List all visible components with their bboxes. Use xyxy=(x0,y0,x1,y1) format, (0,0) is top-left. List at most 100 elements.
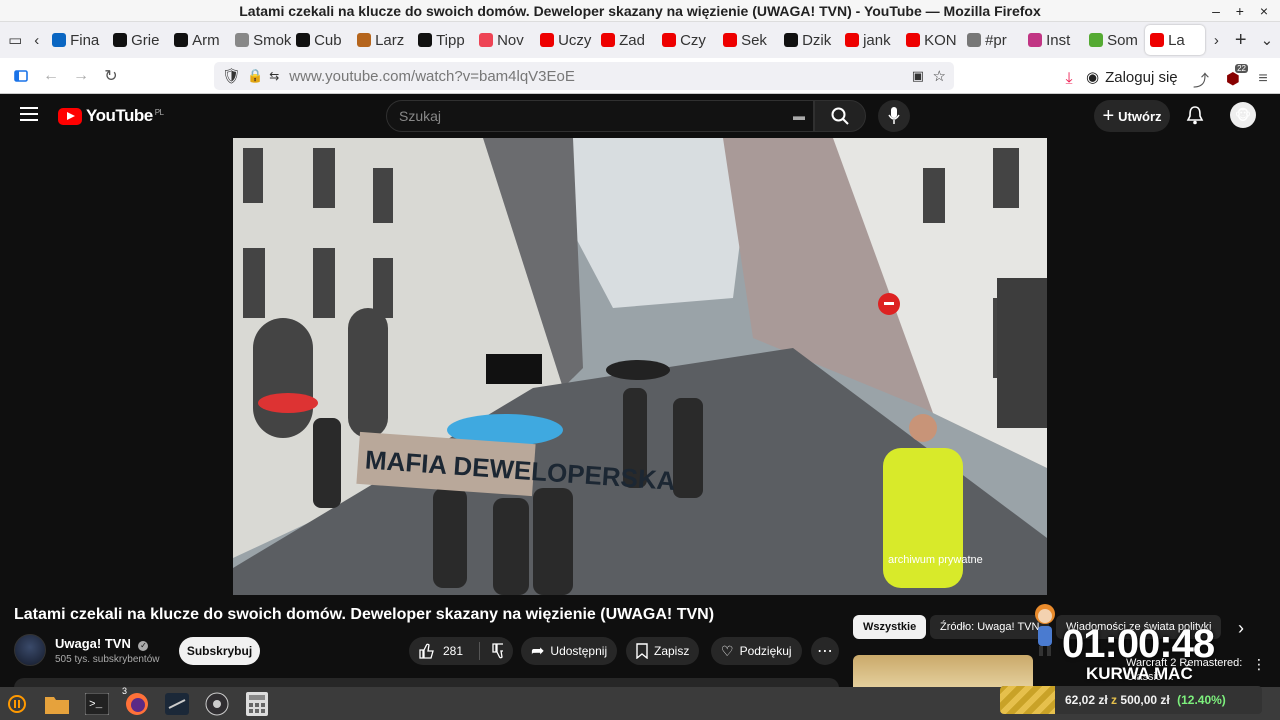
tab-8[interactable]: Uczy xyxy=(535,25,596,55)
chips-next-icon[interactable]: › xyxy=(1238,618,1244,639)
hamburger-menu-icon[interactable] xyxy=(20,106,38,127)
subscribe-button[interactable]: Subskrybuj xyxy=(179,637,260,665)
calculator-icon[interactable] xyxy=(242,690,272,718)
donation-progress-fill xyxy=(1000,686,1055,714)
tab-6[interactable]: Tipp xyxy=(413,25,474,55)
thumbs-down-icon[interactable] xyxy=(492,643,503,659)
reader-view-icon[interactable]: ▣ xyxy=(912,68,924,84)
create-button[interactable]: + Utwórz xyxy=(1094,100,1170,132)
like-dislike-group: 281 xyxy=(409,637,513,665)
youtube-play-icon xyxy=(58,107,82,125)
thanks-button[interactable]: ♡ Podziękuj xyxy=(711,637,802,665)
share-icon: ➦ xyxy=(531,643,545,660)
files-icon[interactable] xyxy=(42,690,72,718)
tab-label: Fina xyxy=(70,31,100,49)
tab-favicon-icon xyxy=(845,33,860,47)
channel-info: Uwaga! TVN ✓ 505 tys. subskrybentów xyxy=(14,634,160,666)
tab-favicon-icon xyxy=(1028,33,1043,47)
tab-label: Som xyxy=(1107,31,1138,49)
extensions-icon[interactable]: ⤴ xyxy=(1186,64,1216,94)
obs-icon[interactable] xyxy=(202,690,232,718)
ublock-icon[interactable]: ⬢ 22 xyxy=(1218,64,1248,94)
youtube-wordmark: YouTube xyxy=(86,106,153,125)
region-code: PL xyxy=(154,107,164,117)
steam-icon[interactable] xyxy=(162,690,192,718)
tab-favicon-icon xyxy=(174,33,189,47)
save-button[interactable]: Zapisz xyxy=(626,637,700,665)
tab-overflow-icon[interactable]: ⌄ xyxy=(1254,25,1280,55)
new-tab-icon[interactable]: + xyxy=(1228,25,1254,55)
window-controls[interactable]: – + × xyxy=(1212,0,1274,22)
shield-icon[interactable]: 🛡 xyxy=(222,67,241,85)
back-icon[interactable]: ← xyxy=(36,61,66,91)
tab-favicon-icon xyxy=(784,33,799,47)
tab-16[interactable]: Inst xyxy=(1023,25,1084,55)
tab-18[interactable]: La xyxy=(1145,25,1206,55)
recommended-more-icon[interactable]: ⋮ xyxy=(1252,656,1266,673)
search-placeholder: Szukaj xyxy=(399,108,442,124)
tab-14[interactable]: KON xyxy=(901,25,962,55)
tab-3[interactable]: Smoke xyxy=(230,25,291,55)
firefox-icon[interactable]: 3 xyxy=(122,686,152,718)
tab-0[interactable]: Fina xyxy=(47,25,108,55)
stream-timer: 01:00:48 xyxy=(1062,622,1215,666)
like-button[interactable]: 281 xyxy=(419,643,463,659)
tabs-scroll-left-icon[interactable]: ‹ xyxy=(26,25,47,55)
url-bar[interactable]: 🛡 🔒 ⇆ www.youtube.com/watch?v=bam4lqV3Eo… xyxy=(214,62,954,90)
chip-all[interactable]: Wszystkie xyxy=(853,615,927,639)
url-text[interactable]: www.youtube.com/watch?v=bam4lqV3EoE xyxy=(289,68,575,85)
share-button[interactable]: ➦ Udostępnij xyxy=(521,637,618,665)
tab-label: Larz xyxy=(375,31,405,49)
permissions-icon[interactable]: ⇆ xyxy=(269,69,279,83)
mascot-icon xyxy=(1030,600,1060,658)
bookmark-star-icon[interactable]: ☆ xyxy=(933,67,946,85)
tab-5[interactable]: Larz xyxy=(352,25,413,55)
tab-label: Cub xyxy=(314,31,342,49)
user-avatar[interactable]: 🐵 xyxy=(1230,102,1256,128)
tab-11[interactable]: Sek xyxy=(718,25,779,55)
tab-15[interactable]: #pr xyxy=(962,25,1023,55)
tab-label: Dzik xyxy=(802,31,832,49)
tab-label: Arm xyxy=(192,31,220,49)
terminal-icon[interactable]: >_ xyxy=(82,690,112,718)
tab-1[interactable]: Grie xyxy=(108,25,169,55)
tab-favicon-icon xyxy=(1089,33,1104,47)
tab-2[interactable]: Arm xyxy=(169,25,230,55)
sidebar-toggle-icon[interactable] xyxy=(6,61,36,91)
tab-bar: ▭ ‹ Fina Grie Arm Smoke Cub Larz Tipp Nov Uczy Za… xyxy=(0,22,1280,58)
tab-list-icon[interactable]: ▭ xyxy=(4,25,26,55)
search-button[interactable] xyxy=(814,100,866,132)
login-label: Zaloguj się xyxy=(1105,68,1178,86)
menu-icon[interactable]: ≡ xyxy=(1248,64,1278,94)
search-input[interactable]: Szukaj ▬ xyxy=(386,100,814,132)
url-host: www.youtube.com xyxy=(289,67,412,85)
tab-10[interactable]: Czy xyxy=(657,25,718,55)
account-button[interactable]: ◉ Zaloguj się xyxy=(1086,68,1178,87)
forward-icon[interactable]: → xyxy=(66,61,96,91)
power-menu-icon[interactable] xyxy=(2,690,32,718)
tab-4[interactable]: Cub xyxy=(291,25,352,55)
tab-13[interactable]: jank xyxy=(840,25,901,55)
video-player[interactable]: MAFIA DEWELOPERSKA archiwum prywatne xyxy=(233,138,1047,595)
downloads-icon[interactable]: ⤓ xyxy=(1054,64,1084,94)
tab-favicon-icon xyxy=(662,33,677,47)
tab-favicon-icon xyxy=(967,33,982,47)
tab-17[interactable]: Som xyxy=(1084,25,1145,55)
window-titlebar: Latami czekali na klucze do swoich domów… xyxy=(0,0,1280,22)
youtube-logo[interactable]: YouTube PL xyxy=(58,106,164,126)
more-actions-icon[interactable]: ⋯ xyxy=(811,637,839,665)
voice-search-button[interactable] xyxy=(878,100,910,132)
keyboard-icon[interactable]: ▬ xyxy=(793,101,805,131)
notifications-bell-icon[interactable] xyxy=(1186,105,1204,130)
channel-avatar[interactable] xyxy=(14,634,46,666)
channel-name-row[interactable]: Uwaga! TVN ✓ xyxy=(55,636,160,651)
tab-12[interactable]: Dzik xyxy=(779,25,840,55)
tab-7[interactable]: Nov xyxy=(474,25,535,55)
tabs-scroll-right-icon[interactable]: › xyxy=(1205,25,1227,55)
window-title: Latami czekali na klucze do swoich domów… xyxy=(239,3,1041,19)
reload-icon[interactable]: ↻ xyxy=(96,61,126,91)
tab-favicon-icon xyxy=(418,33,433,47)
tab-9[interactable]: Zad xyxy=(596,25,657,55)
lock-icon[interactable]: 🔒 xyxy=(247,68,263,84)
recommended-thumbnail[interactable] xyxy=(853,655,1033,687)
